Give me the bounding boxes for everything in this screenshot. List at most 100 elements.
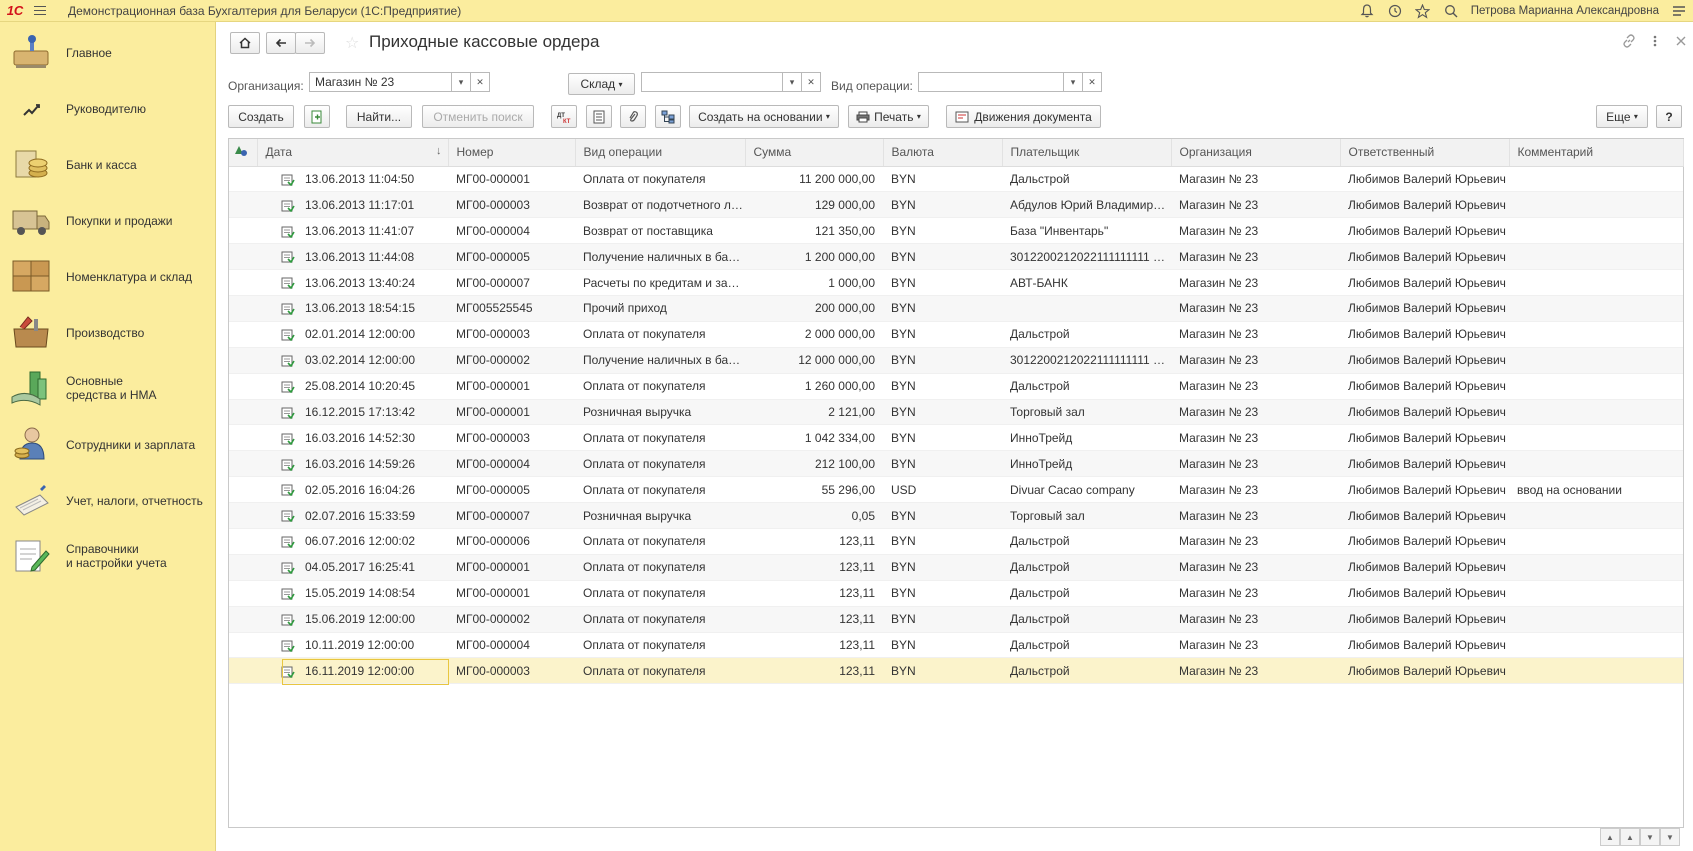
cell-payer[interactable]: Дальстрой [1002, 580, 1171, 607]
cell-number[interactable]: МГ00-000003 [448, 321, 575, 348]
cell-currency[interactable]: BYN [883, 217, 1002, 245]
cell-responsible[interactable]: Любимов Валерий Юрьевич [1340, 502, 1509, 529]
cell-currency[interactable]: BYN [883, 450, 1002, 478]
create-based-on-button[interactable]: Создать на основании ▾ [689, 105, 839, 128]
cell-operation-type[interactable]: Розничная выручка [575, 502, 745, 529]
operation-type-clear-icon[interactable]: ✕ [1082, 72, 1102, 92]
cell-organization[interactable]: Магазин № 23 [1171, 502, 1340, 529]
cell-responsible[interactable]: Любимов Валерий Юрьевич [1340, 373, 1509, 400]
sidebar-item-production[interactable]: Производство [0, 308, 216, 358]
cell-date[interactable]: 16.03.2016 14:59:26 [257, 450, 448, 478]
cell-organization[interactable]: Магазин № 23 [1171, 528, 1340, 555]
cell-number[interactable]: МГ00-000001 [448, 373, 575, 400]
table-row[interactable]: 13.06.2013 11:44:08 МГ00-000005 Получение … [229, 243, 1683, 271]
cell-currency[interactable]: BYN [883, 166, 1002, 193]
cell-payer[interactable]: 3012200212022111111111 в банке [1002, 347, 1171, 374]
table-row[interactable]: 06.07.2016 12:00:02 МГ00-000006 Оплата от … [229, 528, 1683, 555]
cell-number[interactable]: МГ00-000002 [448, 347, 575, 374]
more-button[interactable]: Еще ▾ [1596, 105, 1648, 128]
back-button[interactable] [266, 32, 296, 54]
cell-number[interactable]: МГ00-000005 [448, 476, 575, 504]
cell-amount[interactable]: 123,11 [745, 657, 883, 685]
cell-responsible[interactable]: Любимов Валерий Юрьевич [1340, 424, 1509, 452]
warehouse-clear-icon[interactable]: ✕ [801, 72, 821, 92]
cell-currency[interactable]: BYN [883, 424, 1002, 452]
cell-organization[interactable]: Магазин № 23 [1171, 476, 1340, 504]
cell-date[interactable]: 16.12.2015 17:13:42 [257, 399, 448, 426]
cell-amount[interactable]: 55 296,00 [745, 476, 883, 504]
cell-currency[interactable]: BYN [883, 243, 1002, 271]
scroll-down-icon[interactable]: ▼ [1640, 828, 1660, 846]
table-row[interactable]: 04.05.2017 16:25:41 МГ00-000001 Оплата от … [229, 554, 1683, 581]
cell-operation-type[interactable]: Оплата от покупателя [575, 606, 745, 633]
column-header-comment[interactable]: Комментарий [1509, 139, 1684, 167]
cell-responsible[interactable]: Любимов Валерий Юрьевич [1340, 321, 1509, 348]
cell-operation-type[interactable]: Оплата от покупателя [575, 554, 745, 581]
table-row[interactable]: 10.11.2019 12:00:00 МГ00-000004 Оплата от … [229, 632, 1683, 659]
scroll-up-icon[interactable]: ▲ [1620, 828, 1640, 846]
cell-number[interactable]: МГ00-000004 [448, 632, 575, 659]
cell-organization[interactable]: Магазин № 23 [1171, 580, 1340, 607]
cell-number[interactable]: МГ005525545 [448, 295, 575, 322]
cell-amount[interactable]: 12 000 000,00 [745, 347, 883, 374]
table-row[interactable]: 02.01.2014 12:00:00 МГ00-000003 Оплата от … [229, 321, 1683, 348]
operation-type-dropdown-icon[interactable]: ▾ [1063, 72, 1083, 92]
cell-date[interactable]: 02.01.2014 12:00:00 [257, 321, 448, 348]
cell-date[interactable]: 13.06.2013 11:41:07 [257, 217, 448, 245]
documents-table[interactable]: Дата ↓ Номер Вид операции Сумма Валюта Пл… [228, 138, 1684, 828]
cell-currency[interactable]: USD [883, 476, 1002, 504]
cell-responsible[interactable]: Любимов Валерий Юрьевич [1340, 580, 1509, 607]
cell-number[interactable]: МГ00-000002 [448, 606, 575, 633]
scroll-last-icon[interactable]: ▼ [1660, 828, 1680, 846]
cell-comment[interactable] [1509, 373, 1683, 400]
cell-number[interactable]: МГ00-000001 [448, 166, 575, 193]
organization-dropdown-icon[interactable]: ▾ [451, 72, 471, 92]
notifications-bell-icon[interactable] [1353, 0, 1381, 22]
cell-amount[interactable]: 123,11 [745, 632, 883, 659]
favorite-star-icon[interactable]: ☆ [345, 33, 359, 53]
sidebar-item-assets[interactable]: Основные средства и НМА [0, 364, 216, 414]
cell-responsible[interactable]: Любимов Валерий Юрьевич [1340, 166, 1509, 193]
favorites-star-icon[interactable] [1409, 0, 1437, 22]
cell-payer[interactable]: Торговый зал [1002, 399, 1171, 426]
cell-responsible[interactable]: Любимов Валерий Юрьевич [1340, 657, 1509, 685]
cell-organization[interactable]: Магазин № 23 [1171, 399, 1340, 426]
sidebar-item-reports[interactable]: Учет, налоги, отчетность [0, 476, 216, 526]
document-movements-button[interactable]: Движения документа [946, 105, 1101, 128]
cell-number[interactable]: МГ00-000003 [448, 424, 575, 452]
cell-comment[interactable] [1509, 450, 1683, 478]
table-row[interactable]: 03.02.2014 12:00:00 МГ00-000002 Получение … [229, 347, 1683, 374]
cell-amount[interactable]: 212 100,00 [745, 450, 883, 478]
table-row[interactable]: 13.06.2013 11:41:07 МГ00-000004 Возврат от… [229, 217, 1683, 245]
cell-currency[interactable]: BYN [883, 373, 1002, 400]
table-row[interactable]: 15.06.2019 12:00:00 МГ00-000002 Оплата от … [229, 606, 1683, 633]
cell-number[interactable]: МГ00-000001 [448, 399, 575, 426]
cell-date[interactable]: 13.06.2013 13:40:24 [257, 269, 448, 296]
cell-comment[interactable] [1509, 347, 1683, 374]
column-header-payer[interactable]: Плательщик [1002, 139, 1172, 167]
cell-organization[interactable]: Магазин № 23 [1171, 450, 1340, 478]
column-header-responsible[interactable]: Ответственный [1340, 139, 1510, 167]
cell-amount[interactable]: 129 000,00 [745, 191, 883, 219]
cell-organization[interactable]: Магазин № 23 [1171, 321, 1340, 348]
forward-button[interactable] [295, 32, 325, 54]
sidebar-item-employees[interactable]: Сотрудники и зарплата [0, 420, 216, 470]
cell-date[interactable]: 03.02.2014 12:00:00 [257, 347, 448, 374]
cell-currency[interactable]: BYN [883, 191, 1002, 219]
cell-amount[interactable]: 1 042 334,00 [745, 424, 883, 452]
cell-date[interactable]: 15.05.2019 14:08:54 [257, 580, 448, 607]
attach-files-button[interactable] [620, 105, 646, 128]
organization-field[interactable]: Магазин № 23 [309, 72, 452, 92]
table-row[interactable]: 16.11.2019 12:00:00 МГ00-000003 Оплата от … [229, 657, 1683, 685]
search-icon[interactable] [1437, 0, 1465, 22]
cell-payer[interactable]: Дальстрой [1002, 321, 1171, 348]
cell-operation-type[interactable]: Возврат от подотчетного лица [575, 191, 745, 219]
cell-number[interactable]: МГ00-000005 [448, 243, 575, 271]
cell-payer[interactable]: ИнноТрейд [1002, 424, 1171, 452]
operation-type-field[interactable] [918, 72, 1064, 92]
cell-operation-type[interactable]: Оплата от покупателя [575, 166, 745, 193]
cell-number[interactable]: МГ00-000006 [448, 528, 575, 555]
cell-responsible[interactable]: Любимов Валерий Юрьевич [1340, 606, 1509, 633]
cell-organization[interactable]: Магазин № 23 [1171, 657, 1340, 685]
structure-button[interactable] [655, 105, 681, 128]
